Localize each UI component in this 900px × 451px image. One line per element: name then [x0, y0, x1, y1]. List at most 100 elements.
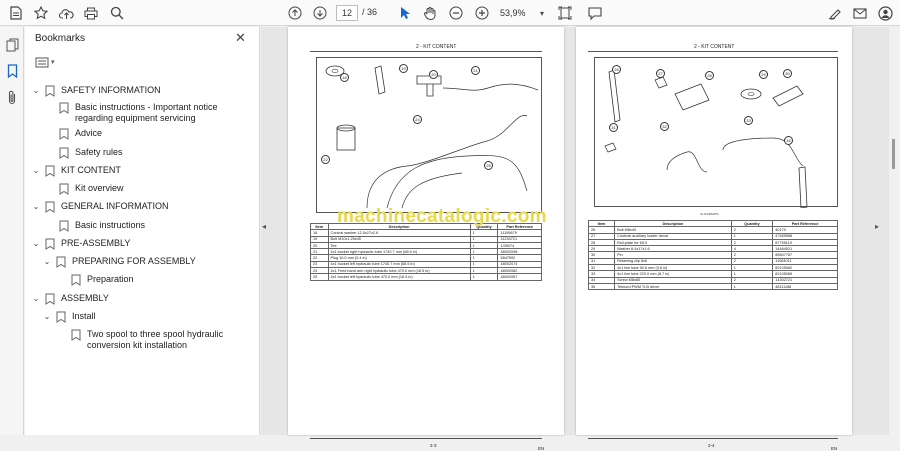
- bookmark-label: Two spool to three spool hydraulic conve…: [87, 329, 224, 350]
- page-footer-lang: EN: [538, 446, 545, 451]
- page-header: 2 - KIT CONTENT: [694, 44, 735, 50]
- page-header: 2 - KIT CONTENT: [416, 44, 457, 50]
- chevron-down-icon[interactable]: ⌄: [42, 256, 52, 267]
- page-total: / 36: [362, 7, 378, 17]
- callout-label: 18: [340, 73, 349, 82]
- bookmark-options-button[interactable]: ▾: [35, 55, 61, 69]
- page-number-input[interactable]: 12: [336, 5, 358, 21]
- callout-label: 33: [744, 116, 753, 125]
- page-footer-number: 2-3: [430, 443, 437, 448]
- bookmark-item[interactable]: Basic instructions: [45, 220, 255, 232]
- callout-label: 32: [660, 122, 669, 131]
- collapse-panel-right-icon[interactable]: ▸: [875, 222, 879, 231]
- email-icon[interactable]: [850, 3, 870, 23]
- chevron-down-icon[interactable]: ⌄: [31, 85, 41, 96]
- bookmark-label: ASSEMBLY: [61, 293, 109, 303]
- watermark-text: machinecatalogic.com: [337, 206, 547, 227]
- upload-cloud-icon[interactable]: [56, 3, 76, 23]
- comment-icon[interactable]: [585, 3, 605, 23]
- bookmark-label: Basic instructions - Important notice re…: [75, 102, 218, 123]
- bookmark-label: Safety rules: [75, 147, 123, 157]
- bookmark-item[interactable]: Advice: [45, 128, 255, 140]
- bookmark-item[interactable]: Basic instructions - Important notice re…: [45, 102, 245, 124]
- divider: [588, 51, 838, 52]
- page-thumbnails-icon[interactable]: [4, 37, 20, 53]
- bookmark-label: Install: [72, 311, 96, 321]
- bookmark-item[interactable]: ⌄ SAFETY INFORMATION: [31, 85, 241, 97]
- pdf-page-left: 2 - KIT CONTENT 19 20 21 22 24 25 18 Ite…: [288, 27, 564, 451]
- chevron-down-icon[interactable]: ⌄: [42, 311, 52, 322]
- chevron-down-icon[interactable]: ⌄: [31, 165, 41, 176]
- chevron-down-icon: ▾: [51, 59, 55, 66]
- next-page-icon[interactable]: [310, 3, 330, 23]
- bookmark-icon: [59, 102, 69, 114]
- bookmark-item[interactable]: ⌄ Install: [42, 311, 252, 323]
- bookmark-icon: [45, 238, 55, 250]
- bookmark-label: PREPARING FOR ASSEMBLY: [72, 256, 196, 266]
- bookmark-icon: [45, 165, 55, 177]
- bookmark-label: Basic instructions: [75, 220, 146, 230]
- callout-label: 30: [783, 69, 792, 78]
- select-cursor-icon[interactable]: [395, 3, 415, 23]
- callout-label: 28: [705, 71, 714, 80]
- callout-label: 27: [656, 69, 665, 78]
- bookmark-item[interactable]: Kit overview: [45, 183, 255, 195]
- account-icon[interactable]: [875, 3, 895, 23]
- callout-label: 34: [784, 136, 793, 145]
- previous-page-icon[interactable]: [285, 3, 305, 23]
- chevron-down-icon[interactable]: ⌄: [31, 293, 41, 304]
- bookmark-item[interactable]: ⌄ PREPARING FOR ASSEMBLY: [42, 256, 252, 268]
- page-footer-lang: EN: [831, 446, 838, 451]
- bookmark-label: GENERAL INFORMATION: [61, 201, 169, 211]
- bookmark-item[interactable]: ⌄ PRE-ASSEMBLY: [31, 238, 241, 250]
- bookmark-item[interactable]: Safety rules: [45, 147, 255, 159]
- chevron-down-icon[interactable]: ▾: [532, 3, 552, 23]
- attachments-paperclip-icon[interactable]: [4, 89, 20, 105]
- bookmark-label: PRE-ASSEMBLY: [61, 238, 131, 248]
- scrollbar-thumb[interactable]: [892, 139, 895, 169]
- bookmarks-panel-title: Bookmarks: [35, 33, 86, 44]
- close-icon[interactable]: ✕: [235, 30, 246, 46]
- bookmark-item[interactable]: ⌄ ASSEMBLY: [31, 293, 241, 305]
- fit-page-icon[interactable]: [555, 3, 575, 23]
- callout-label: 26: [612, 65, 621, 74]
- vertical-scrollbar[interactable]: [889, 27, 900, 435]
- sign-pen-icon[interactable]: [825, 3, 845, 23]
- chevron-down-icon[interactable]: ⌄: [31, 201, 41, 212]
- print-icon[interactable]: [81, 3, 101, 23]
- callout-label: 24: [413, 115, 422, 124]
- bookmark-star-icon[interactable]: [31, 3, 51, 23]
- bookmark-label: Preparation: [87, 274, 134, 284]
- bookmark-label: Kit overview: [75, 183, 124, 193]
- bookmark-label: Advice: [75, 128, 103, 138]
- hand-tool-icon[interactable]: [420, 3, 440, 23]
- callout-label: 21: [471, 66, 480, 75]
- bookmark-item[interactable]: ⌄ KIT CONTENT: [31, 165, 241, 177]
- bookmark-item[interactable]: Two spool to three spool hydraulic conve…: [57, 329, 262, 351]
- search-icon[interactable]: [107, 3, 127, 23]
- bookmarks-icon[interactable]: [4, 63, 20, 79]
- bookmark-icon: [59, 147, 69, 159]
- bookmark-icon: [45, 201, 55, 213]
- collapse-panel-left-icon[interactable]: ◂: [262, 222, 266, 231]
- callout-label: 19: [399, 64, 408, 73]
- bookmarks-panel: Bookmarks ✕ ▾ ⌄ SAFETY INFORMATION Basic…: [25, 27, 260, 435]
- parts-illustration: [594, 57, 838, 209]
- callout-label: 22: [321, 155, 330, 164]
- callout-label: 25: [484, 161, 493, 170]
- bookmark-icon: [45, 85, 55, 97]
- zoom-in-icon[interactable]: [472, 3, 492, 23]
- zoom-out-icon[interactable]: [446, 3, 466, 23]
- bookmark-item[interactable]: ⌄ GENERAL INFORMATION: [31, 201, 241, 213]
- callout-label: 20: [429, 70, 438, 79]
- pdf-page-right: 2 - KIT CONTENT 26 27 28 29 30 31 32 33 …: [576, 27, 852, 451]
- chevron-down-icon[interactable]: ⌄: [31, 238, 41, 249]
- parts-table: Item Description Quantity Part Reference…: [310, 222, 542, 281]
- divider: [310, 438, 542, 439]
- bookmark-icon: [71, 329, 81, 341]
- bookmark-icon: [45, 293, 55, 305]
- bookmark-item[interactable]: Preparation: [57, 274, 267, 286]
- document-icon[interactable]: [6, 3, 26, 23]
- divider: [588, 438, 838, 439]
- callout-label: 29: [759, 70, 768, 79]
